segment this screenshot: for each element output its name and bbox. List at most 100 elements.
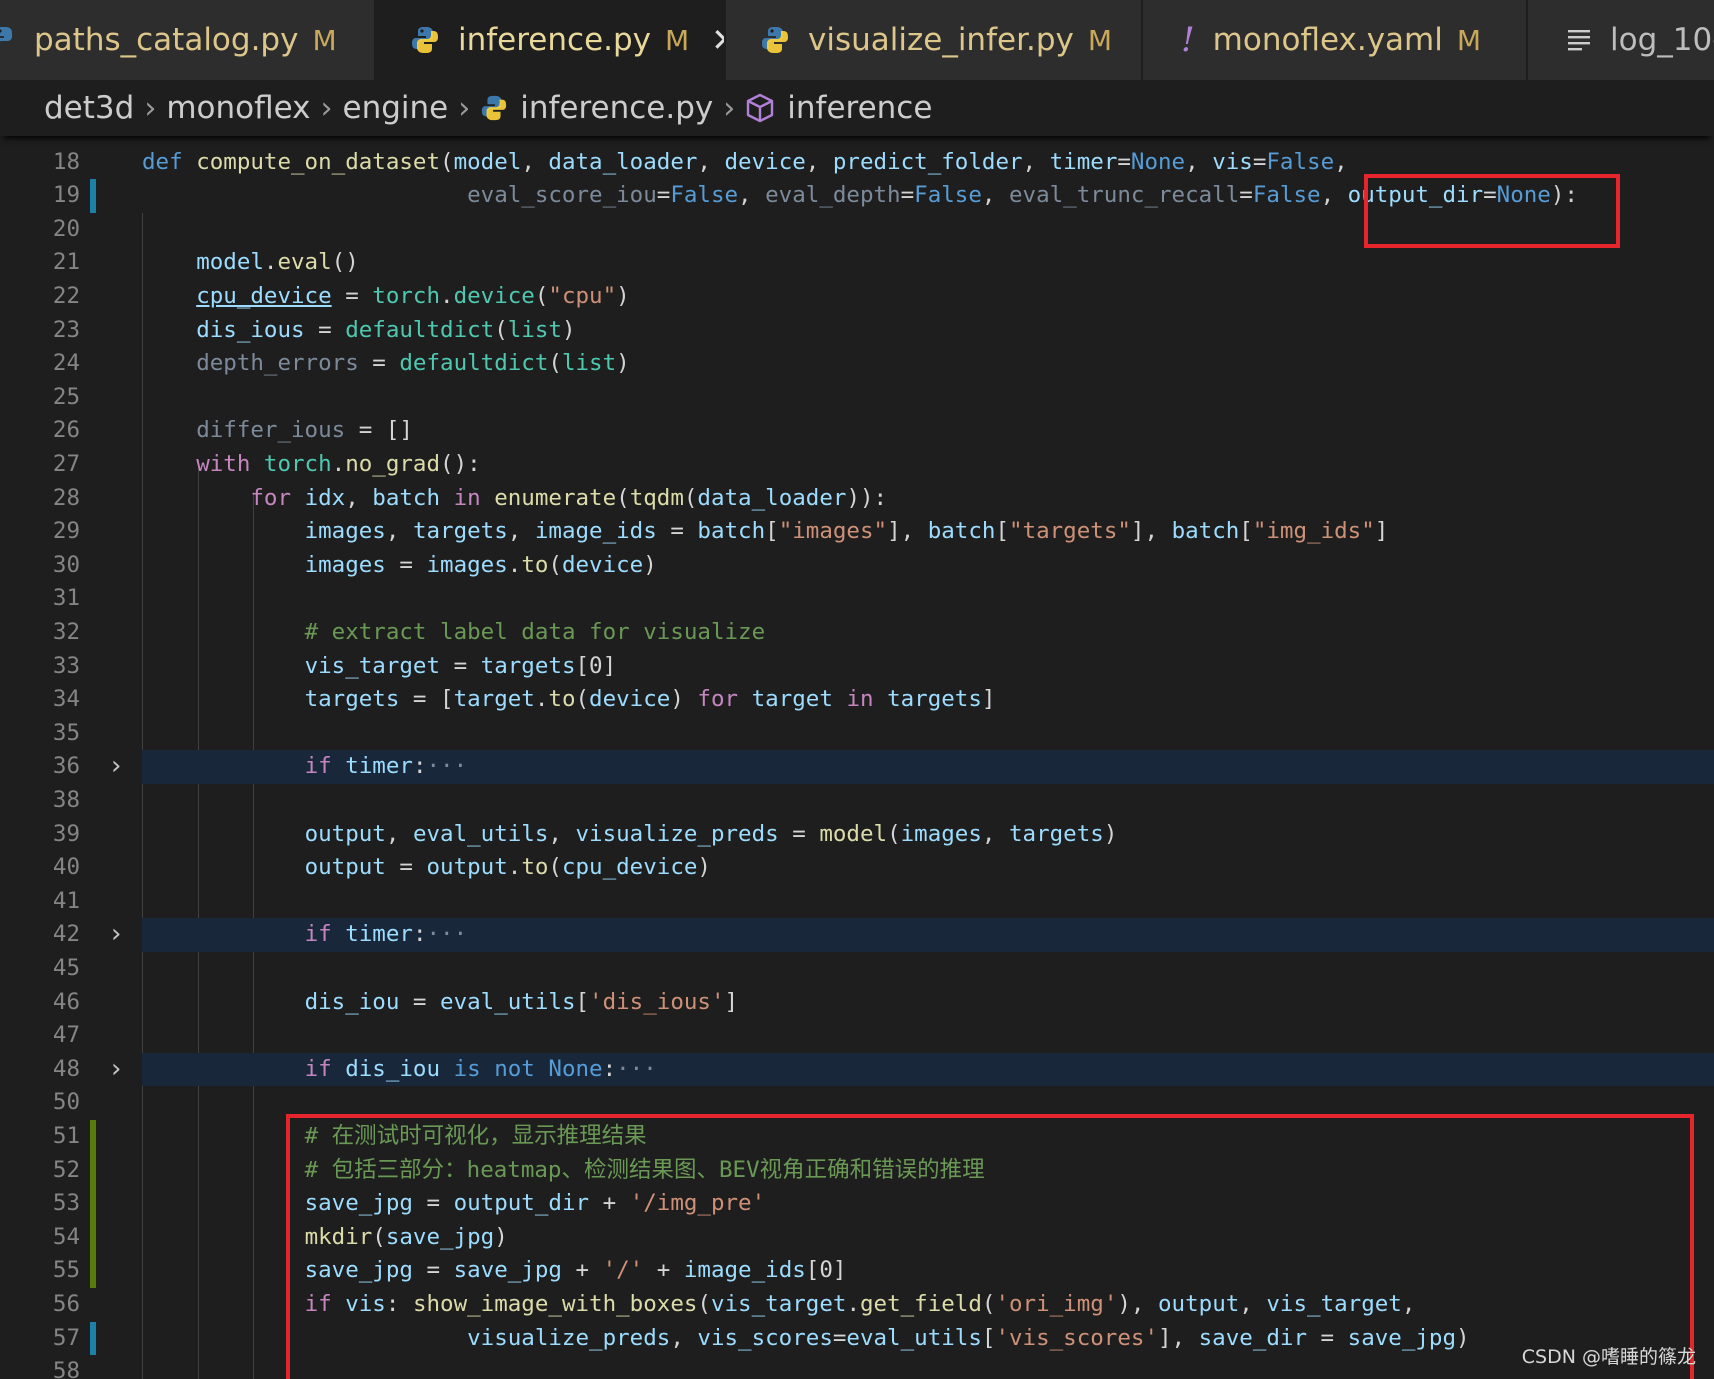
breadcrumb-symbol[interactable]: inference [787, 90, 932, 126]
code-line: 32 # extract label data for visualize [0, 616, 1714, 650]
code-line: 40 output = output.to(cpu_device) [0, 851, 1714, 885]
line-number: 40 [52, 854, 80, 881]
line-number: 47 [52, 1022, 80, 1049]
line-number: 20 [52, 215, 80, 242]
line-number: 31 [52, 585, 80, 612]
chevron-right-icon[interactable]: › [104, 750, 128, 784]
tab-monoflex-yaml[interactable]: ! monoflex.yaml M [1143, 0, 1528, 80]
line-number: 42 [52, 921, 80, 948]
code-line: 21 model.eval() [0, 246, 1714, 280]
python-icon [410, 25, 440, 55]
line-number: 27 [52, 451, 80, 477]
chevron-right-icon[interactable]: › [104, 1053, 128, 1087]
code-line: 31 [0, 582, 1714, 616]
modified-indicator: M [1456, 23, 1482, 57]
tab-label: visualize_infer.py [808, 22, 1074, 58]
line-number: 41 [52, 887, 80, 914]
line-number: 24 [52, 350, 80, 377]
line-number: 45 [52, 955, 80, 981]
code-line: 17 [0, 136, 1714, 146]
close-icon[interactable]: ✕ [711, 21, 724, 59]
line-number: 39 [52, 820, 80, 847]
modified-indicator: M [1087, 23, 1113, 57]
code-line: 47 [0, 1019, 1714, 1053]
code-line: 46 dis_iou = eval_utils['dis_ious'] [0, 986, 1714, 1020]
line-number: 17 [0, 136, 80, 146]
line-number: 51 [52, 1123, 80, 1149]
python-icon [0, 25, 16, 55]
code-line: 26 differ_ious = [] [0, 414, 1714, 448]
line-number: 30 [52, 551, 80, 578]
tab-label: log_10-1 [1610, 22, 1714, 58]
code-line-folded: 42 › if timer:··· [0, 918, 1714, 952]
modified-indicator: M [312, 23, 337, 57]
gutter-modified-marker [90, 179, 96, 213]
code-line: 34 targets = [target.to(device) for targ… [0, 683, 1714, 717]
line-number: 36 [52, 753, 80, 780]
line-number: 25 [52, 383, 80, 410]
tab-label: monoflex.yaml [1212, 22, 1443, 58]
exclamation-icon: ! [1181, 20, 1195, 60]
tab-inference[interactable]: inference.py M ✕ [376, 0, 726, 80]
tab-paths-catalog[interactable]: paths_catalog.py M [0, 0, 376, 80]
watermark: CSDN @嗜睡的篠龙 [1521, 1346, 1696, 1368]
breadcrumb-det3d[interactable]: det3d [44, 90, 134, 126]
breadcrumb-engine[interactable]: engine [343, 90, 449, 126]
gutter-added-marker [90, 1187, 96, 1221]
chevron-right-icon: › [320, 90, 333, 126]
code-line: 24 depth_errors = defaultdict(list) [0, 347, 1714, 381]
line-number: 29 [52, 518, 80, 545]
code-line: 39 output, eval_utils, visualize_preds =… [0, 818, 1714, 852]
breadcrumb-file[interactable]: inference.py [520, 90, 713, 126]
line-number: 19 [52, 182, 80, 209]
code-line: 29 images, targets, image_ids = batch["i… [0, 515, 1714, 549]
line-number: 56 [52, 1291, 80, 1317]
highlight-box [1364, 174, 1620, 248]
editor-tab-bar: paths_catalog.py M inference.py M ✕ visu… [0, 0, 1714, 80]
highlight-box [286, 1114, 1694, 1379]
line-number: 48 [52, 1055, 80, 1082]
breadcrumb-monoflex[interactable]: monoflex [166, 90, 310, 126]
tab-label: paths_catalog.py [34, 22, 299, 58]
line-number: 50 [52, 1089, 80, 1116]
gutter-added-marker [90, 1120, 96, 1154]
line-number: 54 [52, 1223, 80, 1250]
line-number: 53 [52, 1190, 80, 1217]
chevron-right-icon: › [723, 90, 736, 126]
line-number: 18 [52, 148, 80, 175]
code-line: 33 vis_target = targets[0] [0, 650, 1714, 684]
code-line-folded: 36 › if timer:··· [0, 750, 1714, 784]
breadcrumb: det3d › monoflex › engine › inference.py… [0, 80, 1714, 136]
code-line: 41 [0, 885, 1714, 919]
chevron-right-icon[interactable]: › [104, 918, 128, 952]
code-editor[interactable]: 17 18 def compute_on_dataset(model, data… [0, 136, 1714, 1379]
code-line: 25 [0, 381, 1714, 415]
gutter-added-marker [90, 1254, 96, 1288]
tab-label: inference.py [458, 22, 652, 58]
python-icon [480, 94, 508, 122]
lines-icon [1568, 29, 1592, 51]
code-line: 22 cpu_device = torch.device("cpu") [0, 280, 1714, 314]
line-number: 28 [52, 484, 80, 511]
python-icon [760, 25, 790, 55]
code-line: 38 [0, 784, 1714, 818]
modified-indicator: M [665, 23, 690, 57]
tab-visualize-infer[interactable]: visualize_infer.py M [726, 0, 1143, 80]
line-number: 57 [52, 1324, 80, 1351]
line-number: 58 [52, 1358, 80, 1379]
line-number: 46 [52, 988, 80, 1015]
chevron-right-icon: › [144, 90, 157, 126]
tab-log[interactable]: log_10-1 [1528, 0, 1714, 80]
chevron-right-icon: › [458, 90, 471, 126]
code-line: 30 images = images.to(device) [0, 549, 1714, 583]
gutter-modified-marker [90, 1321, 96, 1356]
line-number: 38 [52, 787, 80, 813]
code-line: 27 with torch.no_grad(): [0, 448, 1714, 482]
code-line: 35 [0, 717, 1714, 751]
gutter-added-marker [90, 1153, 96, 1188]
line-number: 34 [52, 686, 80, 713]
line-number: 22 [52, 283, 80, 309]
code-line: 45 [0, 952, 1714, 986]
code-line: 28 for idx, batch in enumerate(tqdm(data… [0, 482, 1714, 516]
line-number: 35 [52, 719, 80, 746]
